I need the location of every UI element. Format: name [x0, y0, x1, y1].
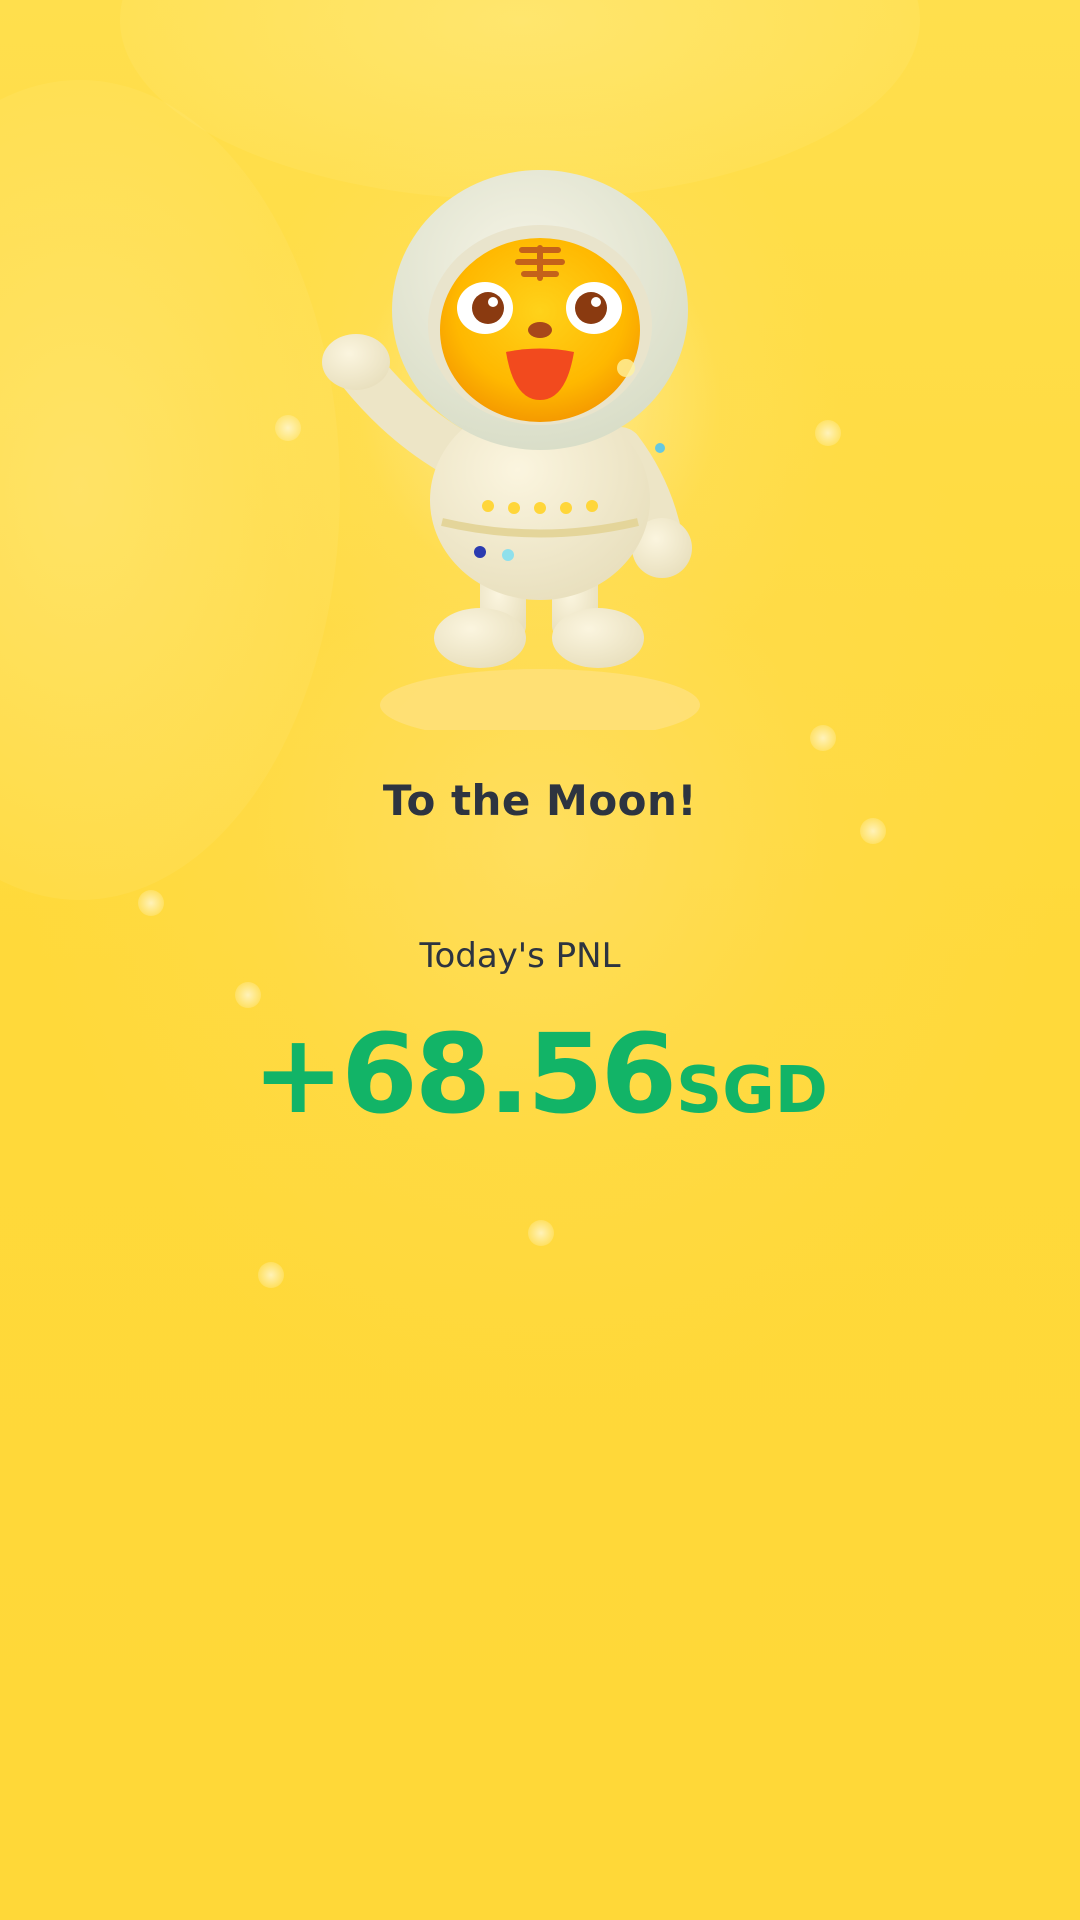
pnl-share-card: To the Moon! Today's PNL +68.56SGD: [0, 0, 1080, 1920]
sparkle-dot: [138, 890, 164, 916]
sparkle-dot: [275, 415, 301, 441]
sparkle-dot: [528, 1220, 554, 1246]
pnl-currency: SGD: [676, 1054, 828, 1128]
astronaut-tiger-mascot-icon: [300, 150, 780, 730]
pnl-value: +68.56SGD: [0, 1010, 1080, 1138]
sparkle-dot: [810, 725, 836, 751]
sparkle-dot: [235, 982, 261, 1008]
sparkle-dot: [258, 1262, 284, 1288]
sparkle-dot: [815, 420, 841, 446]
pnl-amount: +68.56: [252, 1010, 677, 1138]
pnl-label: Today's PNL: [419, 936, 621, 976]
headline-title: To the Moon!: [382, 776, 698, 825]
